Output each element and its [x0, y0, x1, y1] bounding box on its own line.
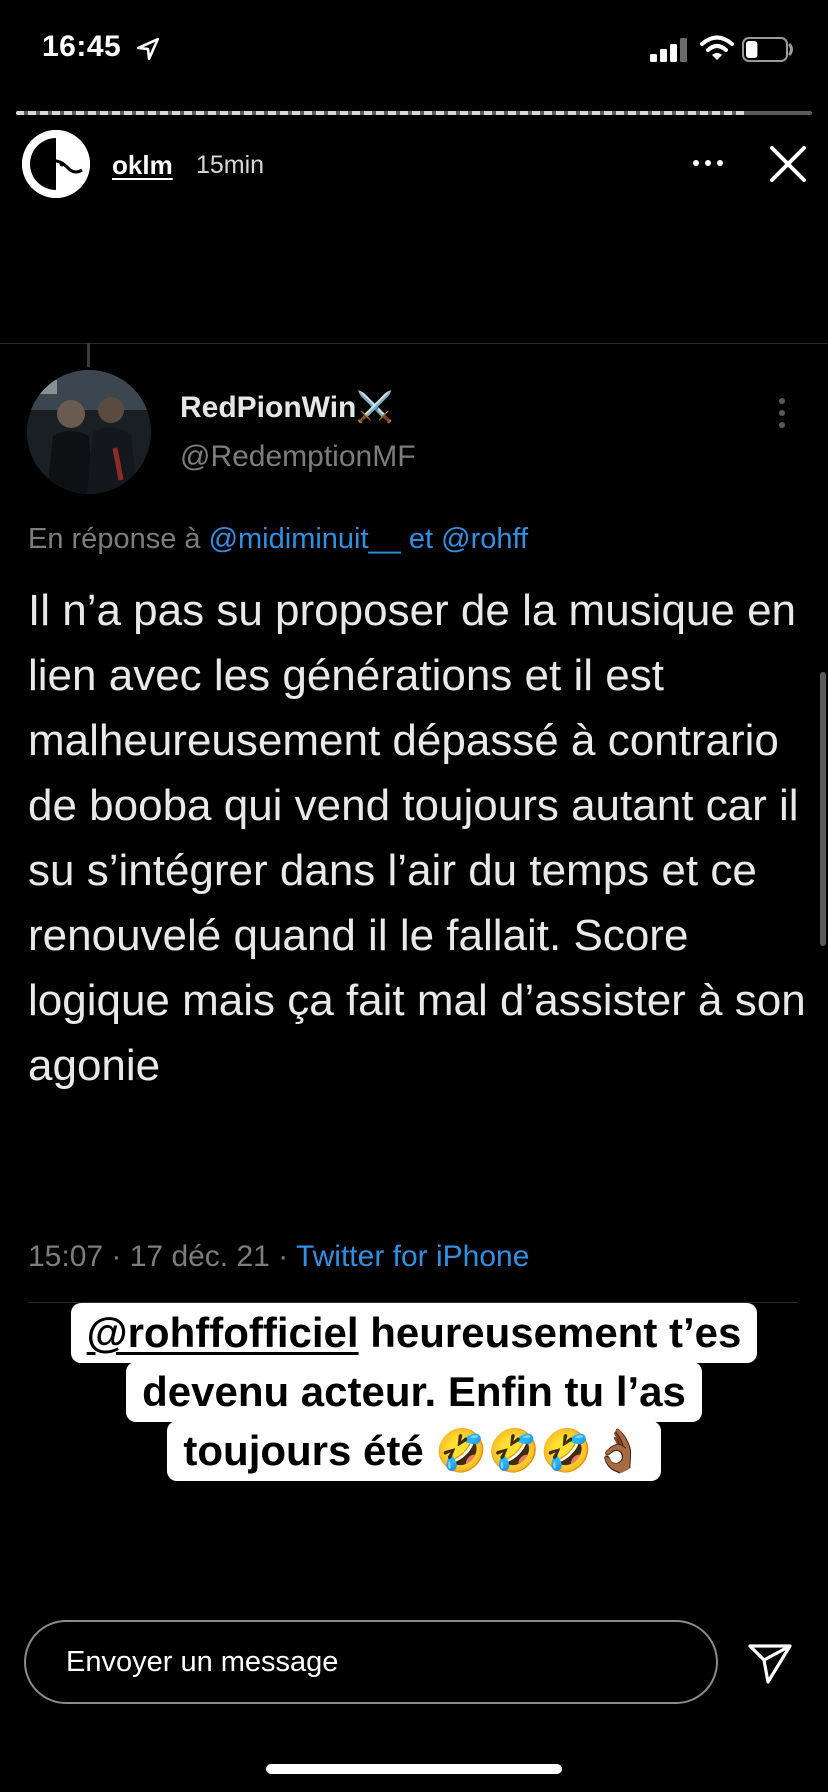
tweet-avatar-photo-icon: [27, 370, 151, 494]
story-progress-bar: [16, 111, 812, 115]
more-icon[interactable]: [688, 148, 728, 178]
story-avatar[interactable]: [22, 130, 90, 198]
scrollbar: [820, 672, 826, 946]
tweet-reply-to: En réponse à @midiminuit__ et @rohff: [28, 523, 528, 556]
reply-connector: et: [408, 523, 434, 555]
caption-line-1-text: heureusement t’es: [358, 1309, 742, 1356]
profile-logo-icon: [22, 130, 90, 198]
tweet-timestamp: 15:07 · 17 déc. 21 ·: [28, 1240, 289, 1273]
wifi-icon: [700, 35, 734, 60]
story-username[interactable]: oklm: [112, 150, 173, 181]
status-time: 16:45: [42, 30, 122, 63]
tweet-text: Il n’a pas su proposer de la musique en …: [28, 586, 806, 1090]
tweet-menu-icon: [779, 398, 785, 428]
send-icon[interactable]: [746, 1640, 794, 1686]
thread-line: [87, 343, 90, 367]
caption-line-3: toujours été 🤣🤣🤣👌🏾: [167, 1421, 661, 1481]
caption-line-3-text: toujours été: [183, 1427, 436, 1474]
caption-line-2: devenu acteur. Enfin tu l’as: [126, 1362, 702, 1422]
close-icon[interactable]: [764, 140, 812, 188]
location-arrow-icon: [136, 37, 160, 61]
reply-mention-2: @rohff: [441, 523, 529, 555]
battery-icon: [742, 37, 793, 62]
story-caption: @rohffofficiel heureusement t’es devenu …: [0, 1303, 828, 1481]
caption-mention[interactable]: @rohffofficiel: [87, 1309, 359, 1356]
home-indicator: [266, 1764, 562, 1774]
tweet-handle: @RedemptionMF: [180, 440, 416, 473]
caption-line-1: @rohffofficiel heureusement t’es: [70, 1303, 758, 1363]
story-time-ago: 15min: [196, 151, 265, 179]
tweet-meta: 15:07 · 17 déc. 21 · Twitter for iPhone: [28, 1240, 529, 1274]
tweet-display-name: RedPionWin⚔️: [180, 391, 394, 424]
tweet-avatar: [27, 370, 151, 494]
reply-mention-1: @midiminuit__: [208, 523, 401, 555]
cellular-signal-icon: [650, 38, 687, 62]
message-placeholder: Envoyer un message: [66, 1646, 339, 1678]
reply-prefix: En réponse à: [28, 523, 201, 555]
caption-emoji: 🤣🤣🤣👌🏾: [435, 1426, 645, 1475]
tweet-source: Twitter for iPhone: [295, 1240, 530, 1273]
story-progress-fill: [16, 111, 749, 115]
tweet-top-divider: [0, 343, 828, 344]
